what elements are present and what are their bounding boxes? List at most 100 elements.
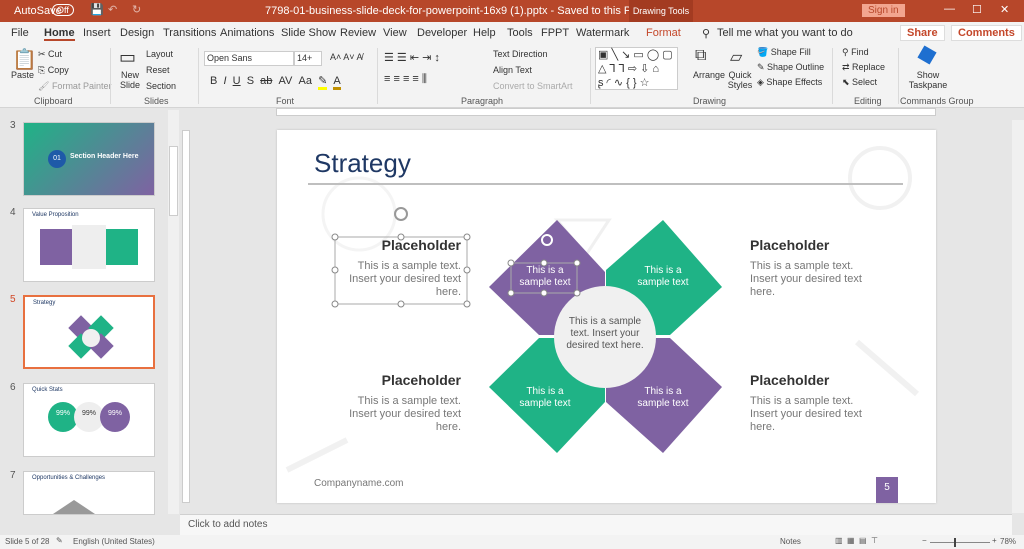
zoom-slider-thumb[interactable] — [954, 538, 956, 547]
paste-button[interactable]: Paste — [11, 70, 34, 80]
cut-button[interactable]: ✂ Cut — [38, 49, 62, 60]
arrange-icon[interactable]: ⧉ — [695, 47, 706, 65]
placeholder-title-top-right[interactable]: Placeholder — [750, 237, 829, 253]
format-painter-button[interactable]: 🖌 Format Painter — [38, 81, 111, 92]
zoom-in-button[interactable]: + — [992, 536, 997, 545]
grow-font-icon[interactable]: A˄ A˅ A̸ — [330, 52, 363, 62]
align-buttons[interactable]: ≡ ≡ ≡ ≡ ⫼ — [384, 73, 427, 86]
text-direction-button[interactable]: Text Direction — [493, 49, 548, 59]
thumbnail-slide-3[interactable]: 01 Section Header Here — [23, 122, 155, 196]
share-button[interactable]: Share — [900, 25, 945, 41]
placeholder-body-top-right[interactable]: This is a sample text. Insert your desir… — [750, 260, 865, 299]
spelling-icon[interactable]: ✎ — [56, 536, 63, 545]
show-taskpane-button[interactable]: Show Taskpane — [908, 70, 948, 90]
zoom-out-button[interactable]: − — [922, 536, 927, 545]
copy-button[interactable]: ⎘ Copy — [38, 65, 69, 76]
language-label[interactable]: English (United States) — [73, 537, 155, 546]
smartart-button[interactable]: Convert to SmartArt — [493, 81, 573, 91]
section-button[interactable]: Section — [146, 81, 176, 91]
save-icon[interactable]: 💾 — [90, 3, 104, 16]
thumbnail-slide-4[interactable]: Value Proposition — [23, 208, 155, 282]
tab-tools[interactable]: Tools — [507, 27, 533, 39]
slide-title[interactable]: Strategy — [314, 148, 411, 179]
replace-button[interactable]: ⇄ Replace — [842, 62, 885, 73]
section-badge: 01 — [48, 150, 66, 168]
new-slide-button[interactable]: New Slide — [117, 70, 143, 90]
quick-styles-icon[interactable]: ▱ — [730, 47, 742, 67]
tab-view[interactable]: View — [383, 27, 407, 39]
slide-page-number: 5 — [876, 477, 898, 503]
diamond-text-bottom-right[interactable]: This is a sample text — [635, 386, 691, 410]
notes-pane[interactable]: Click to add notes — [180, 514, 1012, 535]
font-format-buttons[interactable]: B I U S ab AV Aa ✎ A — [210, 74, 341, 90]
shape-fill-button[interactable]: 🪣 Shape Fill — [757, 47, 811, 58]
paste-icon[interactable]: 📋 — [12, 47, 37, 72]
tab-fppt[interactable]: FPPT — [541, 27, 569, 39]
scrollbar-thumb[interactable] — [169, 146, 178, 216]
autosave-toggle[interactable]: Off — [52, 4, 74, 16]
comments-button[interactable]: Comments — [951, 25, 1022, 41]
arrange-button[interactable]: Arrange — [693, 70, 725, 80]
maximize-button[interactable]: ☐ — [972, 3, 982, 16]
placeholder-body-top-left[interactable]: This is a sample text. Insert your desir… — [341, 260, 461, 299]
layout-button[interactable]: Layout — [146, 49, 173, 59]
undo-icon[interactable]: ↶ — [108, 3, 117, 16]
tab-slide-show[interactable]: Slide Show — [281, 27, 336, 39]
new-slide-icon[interactable]: ▭ — [119, 47, 136, 68]
reset-button[interactable]: Reset — [146, 65, 170, 75]
placeholder-title-bottom-right[interactable]: Placeholder — [750, 372, 829, 388]
shape-effects-button[interactable]: ◈ Shape Effects — [757, 77, 822, 88]
font-size-select[interactable]: 14+ — [294, 51, 322, 66]
diamond-text-top-right[interactable]: This is a sample text — [635, 265, 691, 289]
format-painter-label: Format Painter — [51, 81, 112, 91]
tab-help[interactable]: Help — [473, 27, 496, 39]
thumbnail-number: 3 — [10, 120, 16, 131]
find-button[interactable]: ⚲ Find — [842, 47, 869, 58]
tab-insert[interactable]: Insert — [83, 27, 111, 39]
zoom-level[interactable]: 78% — [1000, 537, 1016, 546]
list-buttons[interactable]: ☰ ☰ ⇤ ⇥ ↕ — [384, 51, 440, 64]
diamond-text-top-left[interactable]: This is a sample text — [517, 265, 573, 289]
thumbnail-number: 4 — [10, 207, 16, 218]
thumbnail-slide-6[interactable]: Quick Stats 99% 99% 99% — [23, 383, 155, 457]
thumbnail-slide-5[interactable]: Strategy — [23, 295, 155, 369]
placeholder-title-bottom-left[interactable]: Placeholder — [382, 372, 461, 388]
tab-home[interactable]: Home — [44, 27, 75, 41]
minimize-button[interactable]: — — [944, 3, 955, 15]
slide-footer[interactable]: Companyname.com — [314, 478, 403, 489]
tab-review[interactable]: Review — [340, 27, 376, 39]
tell-me-input[interactable]: Tell me what you want to do — [717, 27, 853, 39]
canvas-scrollbar[interactable] — [1012, 120, 1024, 513]
thumbnail-number: 7 — [10, 470, 16, 481]
center-text[interactable]: This is a sample text. Insert your desir… — [565, 316, 645, 352]
tab-animations[interactable]: Animations — [220, 27, 274, 39]
placeholder-body-bottom-right[interactable]: This is a sample text. Insert your desir… — [750, 395, 865, 434]
placeholder-title-top-left[interactable]: Placeholder — [382, 237, 461, 253]
align-text-button[interactable]: Align Text — [493, 65, 532, 75]
thumbnails-scrollbar[interactable] — [168, 110, 179, 514]
close-button[interactable]: ✕ — [1000, 3, 1009, 16]
shape-outline-button[interactable]: ✎ Shape Outline — [757, 62, 824, 73]
redo-icon[interactable]: ↻ — [132, 3, 141, 16]
view-buttons[interactable]: ▥ ▦ ▤ ⊤ — [835, 536, 878, 545]
diamond-text-bottom-left[interactable]: This is a sample text — [517, 386, 573, 410]
font-name-select[interactable]: Open Sans — [204, 51, 294, 66]
notes-placeholder[interactable]: Click to add notes — [188, 519, 268, 530]
taskpane-icon[interactable] — [917, 45, 937, 65]
tab-format[interactable]: Format — [646, 27, 681, 39]
tab-file[interactable]: File — [11, 27, 29, 39]
tab-watermark[interactable]: Watermark — [576, 27, 629, 39]
tab-developer[interactable]: Developer — [417, 27, 467, 39]
tab-design[interactable]: Design — [120, 27, 154, 39]
quick-styles-button[interactable]: Quick Styles — [726, 70, 754, 90]
zoom-slider[interactable] — [930, 542, 990, 543]
select-button[interactable]: ⬉ Select — [842, 77, 877, 88]
notes-button[interactable]: Notes — [780, 537, 801, 546]
clipboard-group-label: Clipboard — [34, 96, 73, 106]
thumbnail-slide-7[interactable]: Opportunities & Challenges — [23, 471, 155, 515]
tab-transitions[interactable]: Transitions — [163, 27, 216, 39]
ribbon: 📋 Paste ✂ Cut ⎘ Copy 🖌 Format Painter Cl… — [0, 44, 1024, 108]
shapes-gallery[interactable]: ▣ ╲ ↘ ▭ ◯ ▢ △ ⅂ ⅂ ⇨ ⇩ ⌂ ʂ ◜ ∿ { } ☆ — [595, 47, 678, 90]
placeholder-body-bottom-left[interactable]: This is a sample text. Insert your desir… — [341, 395, 461, 434]
sign-in-button[interactable]: Sign in — [862, 4, 905, 17]
